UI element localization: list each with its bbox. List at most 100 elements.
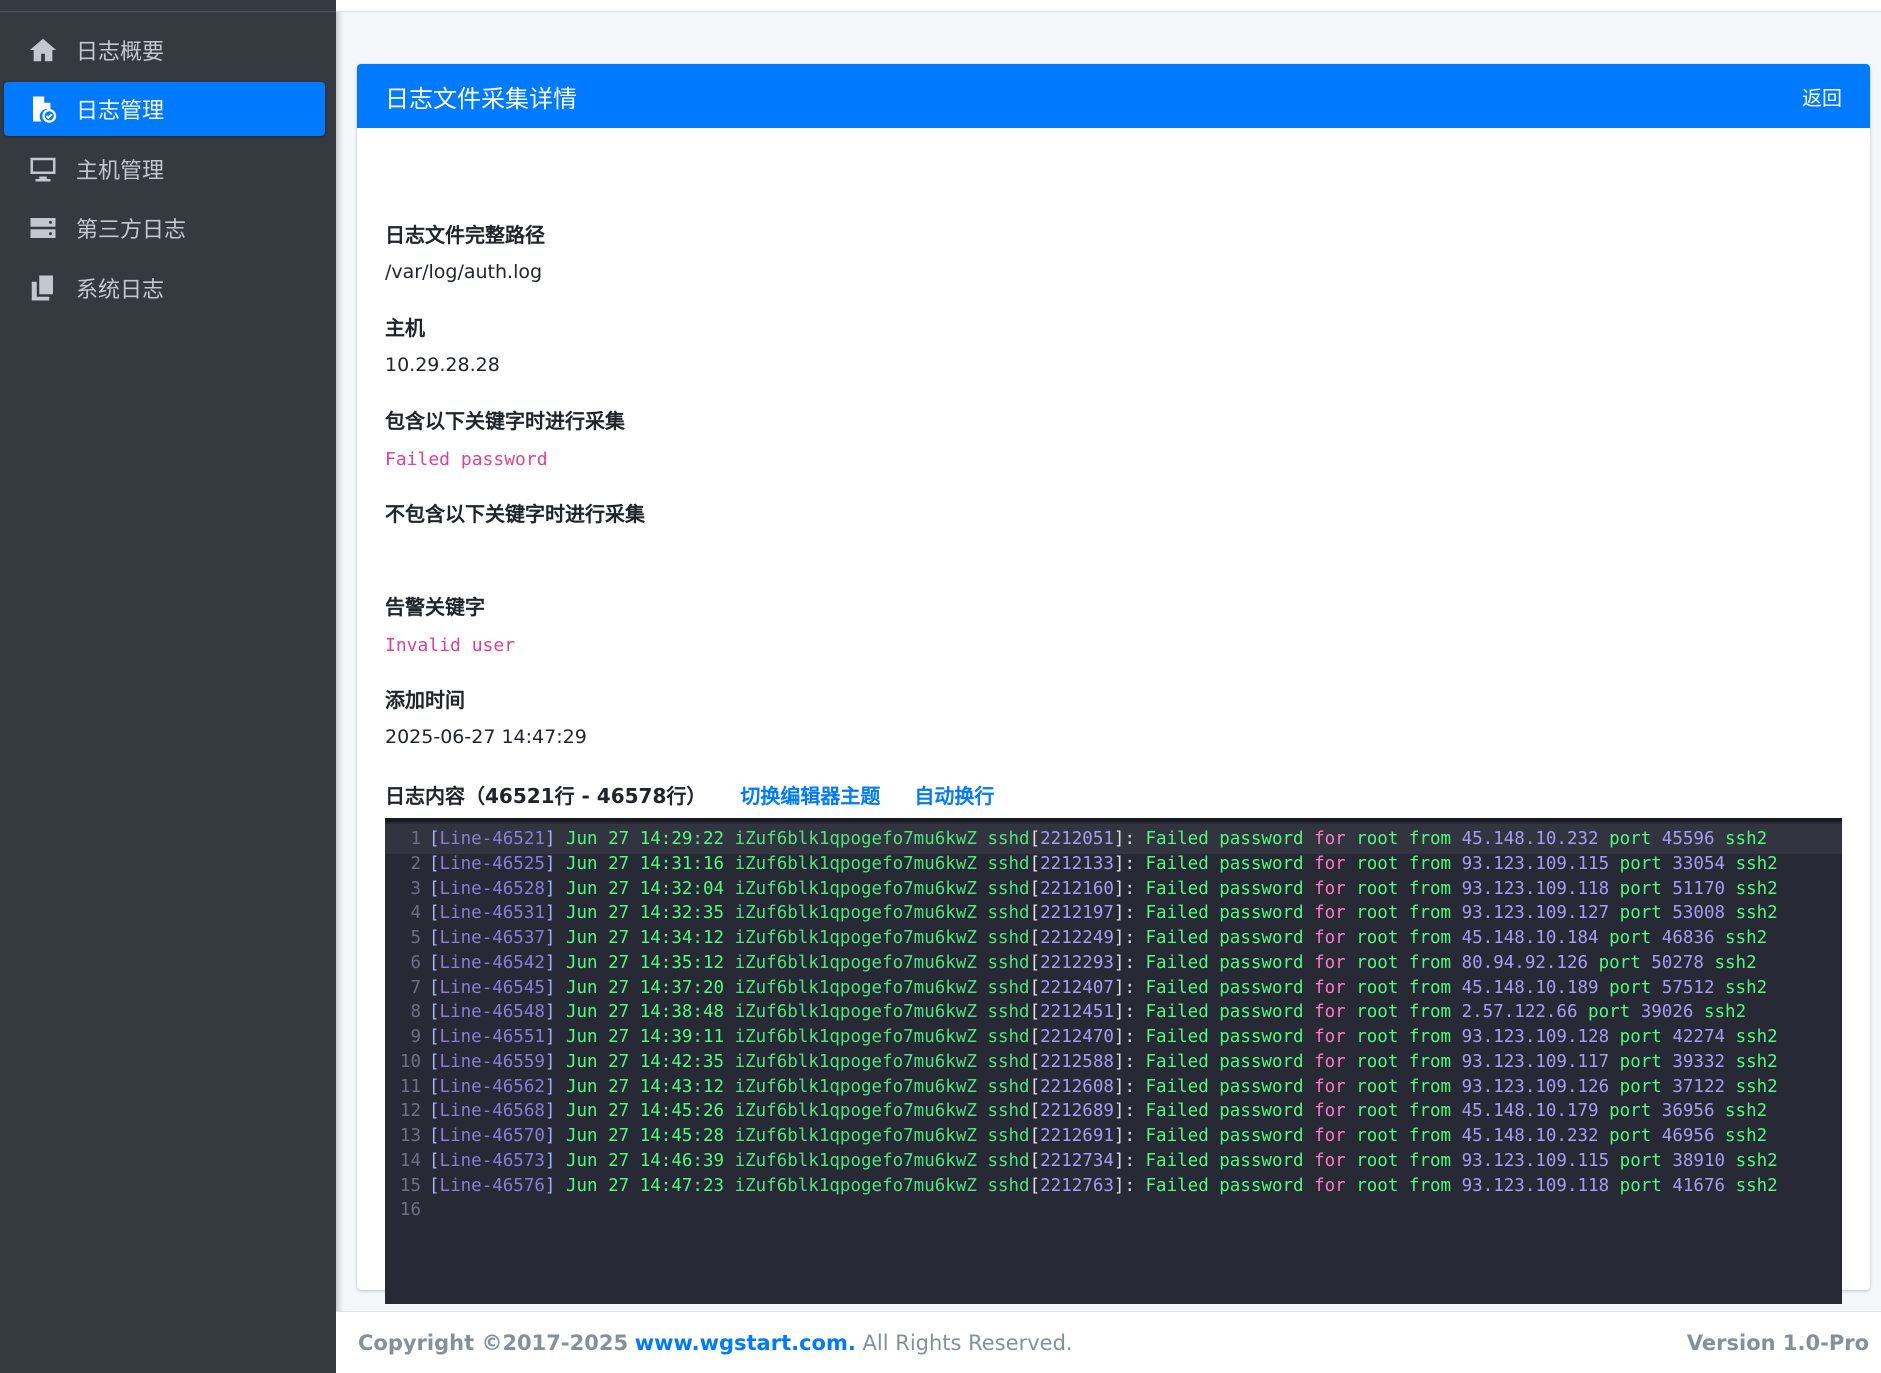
- sidebar-item-system-logs[interactable]: 系统日志: [4, 261, 325, 315]
- pid: 2212133: [1040, 853, 1114, 874]
- toggle-editor-theme-link[interactable]: 切换编辑器主题: [740, 780, 880, 809]
- keyword: for: [1314, 1051, 1346, 1072]
- message: Failed password: [1145, 829, 1315, 849]
- keyword: for: [1314, 1027, 1346, 1047]
- bracket: ]: [544, 878, 566, 899]
- pid: 2212734: [1040, 1150, 1114, 1171]
- bracket: [: [1029, 1101, 1041, 1122]
- bracket: [: [429, 1051, 440, 1072]
- line-number: 16: [399, 1200, 421, 1221]
- bracket: [: [1029, 878, 1041, 899]
- bracket: [: [429, 1126, 440, 1146]
- line-ref: Line-46528: [439, 878, 545, 899]
- port-keyword: port: [1598, 977, 1662, 998]
- port-number: 33054: [1672, 853, 1726, 874]
- log-editor[interactable]: 1[Line-46521] Jun 27 14:29:22 iZuf6blk1q…: [385, 818, 1842, 1304]
- line-ref: Line-46545: [439, 977, 545, 998]
- alert-keywords-label: 告警关键字: [385, 595, 485, 619]
- timestamp: Jun 27 14:32:35: [565, 903, 735, 924]
- bracket: [: [429, 878, 440, 899]
- line-number: 5: [410, 928, 421, 948]
- sidebar-item-third-party-logs[interactable]: 第三方日志: [4, 201, 325, 255]
- back-link[interactable]: 返回: [1802, 82, 1842, 111]
- pid: 2212160: [1040, 878, 1114, 899]
- process: sshd: [987, 1150, 1030, 1171]
- protocol: ssh2: [1693, 1002, 1747, 1023]
- ip-address: 93.123.109.118: [1461, 878, 1610, 899]
- bracket: [: [429, 1175, 440, 1196]
- process: sshd: [987, 928, 1030, 948]
- bracket: ]: [544, 1051, 566, 1072]
- line-ref: Line-46562: [439, 1076, 545, 1097]
- port-keyword: port: [1609, 1076, 1673, 1097]
- timestamp: Jun 27 14:31:16: [565, 853, 735, 874]
- message: Failed password: [1145, 1126, 1315, 1146]
- protocol: ssh2: [1714, 1126, 1768, 1146]
- user-from: root from: [1345, 853, 1462, 874]
- user-from: root from: [1345, 1002, 1462, 1023]
- sidebar-item-host-management[interactable]: 主机管理: [4, 142, 325, 196]
- port-keyword: port: [1598, 928, 1662, 948]
- user-from: root from: [1345, 1150, 1462, 1171]
- keyword: for: [1314, 853, 1346, 874]
- bracket: [: [1029, 853, 1041, 874]
- keyword: for: [1314, 1002, 1346, 1023]
- log-line: 16: [385, 1195, 1842, 1225]
- user-from: root from: [1345, 952, 1462, 973]
- line-ref: Line-46548: [439, 1002, 545, 1023]
- sidebar-item-log-overview[interactable]: 日志概要: [4, 23, 325, 77]
- line-number: 13: [399, 1126, 421, 1146]
- keyword: for: [1314, 1126, 1346, 1146]
- port-keyword: port: [1588, 952, 1652, 973]
- keyword: for: [1314, 878, 1346, 899]
- bracket: [: [429, 903, 440, 924]
- port-keyword: port: [1598, 829, 1662, 849]
- protocol: ssh2: [1725, 1076, 1778, 1097]
- protocol: ssh2: [1725, 903, 1778, 924]
- ip-address: 93.123.109.128: [1461, 1027, 1610, 1047]
- line-ref: Line-46576: [439, 1175, 545, 1196]
- bracket: [: [429, 829, 440, 849]
- bracket: ]: [544, 1150, 566, 1171]
- port-keyword: port: [1609, 853, 1673, 874]
- top-navbar: [336, 0, 1881, 12]
- hostname: iZuf6blk1qpogefo7mu6kwZ: [734, 1051, 988, 1072]
- monitor-icon: [26, 152, 60, 186]
- site-link[interactable]: www.wgstart.com.: [635, 1331, 856, 1355]
- process: sshd: [987, 952, 1030, 973]
- process: sshd: [987, 1027, 1030, 1047]
- protocol: ssh2: [1714, 977, 1768, 998]
- sidebar-item-label: 日志概要: [76, 40, 165, 65]
- bracket: ]:: [1113, 1150, 1146, 1171]
- bracket: ]:: [1113, 1101, 1146, 1122]
- port-number: 37122: [1672, 1076, 1726, 1097]
- timestamp: Jun 27 14:37:20: [565, 977, 735, 998]
- protocol: ssh2: [1725, 1150, 1778, 1171]
- bracket: ]:: [1113, 977, 1146, 998]
- hostname: iZuf6blk1qpogefo7mu6kwZ: [734, 829, 988, 849]
- bracket: [: [429, 977, 440, 998]
- sidebar-brand-area: [0, 0, 336, 12]
- bracket: [: [1029, 1150, 1041, 1171]
- added-time-label: 添加时间: [385, 688, 465, 712]
- process: sshd: [987, 878, 1030, 899]
- message: Failed password: [1145, 928, 1315, 948]
- bracket: [: [1029, 952, 1041, 973]
- user-from: root from: [1345, 1076, 1462, 1097]
- sidebar: 日志概要 日志管理 主机管理 第三方日志 系统日志: [0, 0, 336, 1373]
- line-number: 4: [410, 903, 421, 924]
- pid: 2212197: [1040, 903, 1114, 924]
- hostname: iZuf6blk1qpogefo7mu6kwZ: [734, 1101, 988, 1122]
- bracket: ]:: [1113, 1175, 1146, 1196]
- message: Failed password: [1145, 1101, 1315, 1122]
- pid: 2212451: [1040, 1002, 1114, 1023]
- bracket: ]: [544, 1002, 566, 1023]
- sidebar-item-log-management[interactable]: 日志管理: [4, 82, 325, 136]
- keyword: for: [1314, 829, 1346, 849]
- bracket: ]:: [1113, 1126, 1146, 1146]
- auto-wrap-link[interactable]: 自动换行: [914, 780, 994, 809]
- rights-text: All Rights Reserved.: [862, 1330, 1073, 1355]
- port-number: 53008: [1672, 903, 1726, 924]
- port-keyword: port: [1609, 903, 1673, 924]
- bracket: [: [429, 853, 440, 874]
